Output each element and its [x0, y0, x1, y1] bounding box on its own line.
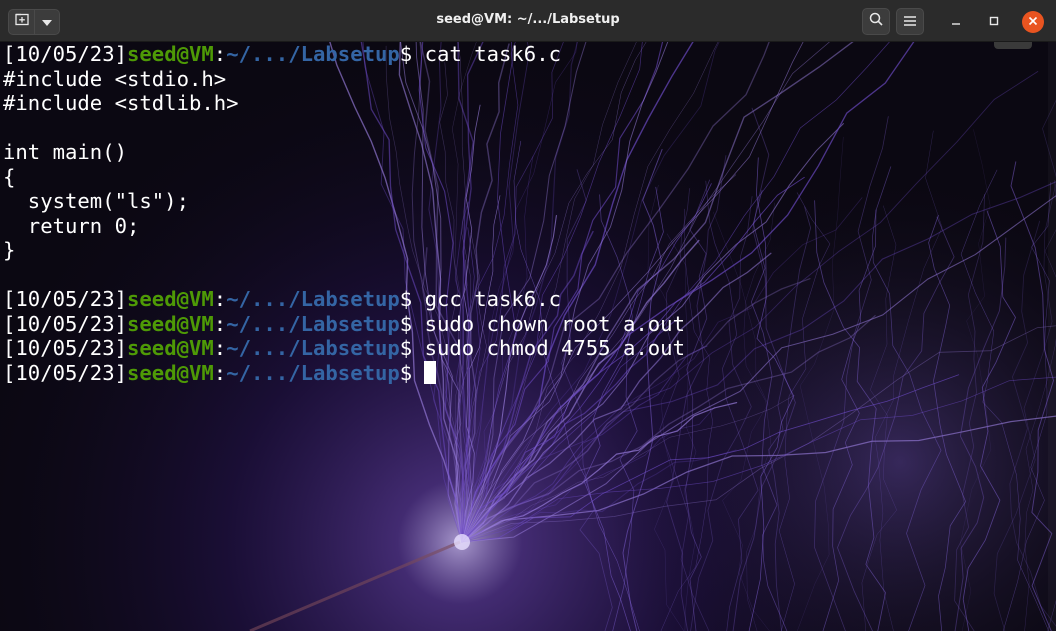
prompt-dollar: $ [399, 336, 413, 360]
prompt-date: [10/05/23] [3, 42, 127, 66]
tab-menu-dropdown-button[interactable] [35, 9, 60, 35]
minimize-icon [951, 13, 961, 31]
output-line: system("ls"); [3, 189, 189, 213]
prompt-line: [10/05/23]seed@VM:~/.../Labsetup$ sudo c… [3, 336, 685, 361]
command-text: cat task6.c [412, 42, 561, 66]
prompt-path: ~/.../Labsetup [226, 360, 400, 385]
prompt-path: ~/.../Labsetup [226, 336, 400, 360]
command-text: gcc task6.c [412, 287, 561, 311]
scroll-overlay-tab [994, 42, 1032, 49]
prompt-dollar: $ [399, 287, 413, 311]
terminal-area[interactable]: [10/05/23]seed@VM:~/.../Labsetup$ cat ta… [0, 42, 1056, 631]
text-cursor[interactable] [424, 360, 437, 384]
prompt-dollar: $ [399, 311, 413, 336]
scrollbar[interactable] [1048, 42, 1056, 631]
minimize-button[interactable] [944, 10, 968, 34]
chevron-down-icon [42, 13, 52, 31]
prompt-user: seed@VM [127, 360, 214, 385]
prompt-line: [10/05/23]seed@VM:~/.../Labsetup$ [3, 360, 685, 386]
prompt-date: [10/05/23] [3, 287, 127, 311]
hamburger-menu-icon [904, 13, 916, 31]
prompt-separator: : [213, 42, 227, 66]
close-icon [1028, 13, 1038, 31]
prompt-date: [10/05/23] [3, 311, 127, 336]
output-line: { [3, 164, 16, 189]
command-text: sudo chown root a.out [412, 311, 685, 336]
terminal-window: seed@VM: ~/.../Labsetup [10/05/23]seed@V… [0, 0, 1056, 631]
close-button[interactable] [1022, 10, 1044, 33]
prompt-line: [10/05/23]seed@VM:~/.../Labsetup$ sudo c… [3, 312, 685, 337]
prompt-line: [10/05/23]seed@VM:~/.../Labsetup$ gcc ta… [3, 287, 685, 312]
output-line: #include <stdio.h> [3, 66, 227, 91]
new-tab-button[interactable] [8, 9, 35, 35]
prompt-path: ~/.../Labsetup [226, 42, 400, 66]
prompt-line: [10/05/23]seed@VM:~/.../Labsetup$ cat ta… [3, 42, 685, 67]
prompt-user: seed@VM [127, 336, 214, 360]
hamburger-menu-button[interactable] [896, 8, 924, 35]
output-line: return 0; [3, 213, 140, 238]
prompt-separator: : [213, 311, 227, 336]
command-text: sudo chmod 4755 a.out [412, 336, 685, 360]
prompt-separator: : [213, 287, 227, 311]
prompt-path: ~/.../Labsetup [226, 287, 400, 311]
prompt-user: seed@VM [127, 311, 214, 336]
prompt-dollar: $ [399, 360, 413, 385]
new-tab-icon [14, 13, 29, 31]
output-line: } [3, 238, 16, 262]
maximize-button[interactable] [982, 10, 1006, 34]
tab-controls [8, 9, 60, 35]
output-line: #include <stdlib.h> [3, 91, 239, 115]
prompt-separator: : [213, 360, 227, 385]
search-button[interactable] [862, 8, 890, 35]
prompt-user: seed@VM [127, 287, 214, 311]
prompt-date: [10/05/23] [3, 336, 127, 360]
prompt-dollar: $ [399, 42, 413, 66]
search-icon [869, 12, 883, 31]
prompt-separator: : [213, 336, 227, 360]
title-bar[interactable]: seed@VM: ~/.../Labsetup [0, 0, 1056, 42]
prompt-user: seed@VM [127, 42, 214, 66]
prompt-path: ~/.../Labsetup [226, 311, 400, 336]
output-line: int main() [3, 140, 127, 164]
window-actions [856, 8, 1044, 35]
maximize-icon [989, 13, 999, 31]
terminal-output: [10/05/23]seed@VM:~/.../Labsetup$ cat ta… [3, 42, 685, 385]
prompt-date: [10/05/23] [3, 360, 127, 385]
